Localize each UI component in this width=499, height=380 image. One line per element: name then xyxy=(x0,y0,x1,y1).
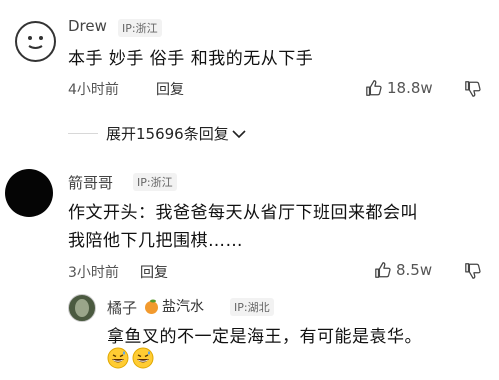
ip-location-badge: IP:浙江 xyxy=(133,173,177,191)
grinning-sweat-emoji-icon xyxy=(132,347,154,369)
smiley-face-icon xyxy=(28,36,43,49)
avatar-juzi[interactable] xyxy=(68,294,96,322)
comment-username[interactable]: Drew xyxy=(68,17,107,35)
avatar-jiangegege[interactable] xyxy=(5,169,53,217)
fan-badge-label: 盐汽水 xyxy=(162,299,204,315)
ip-location-badge: IP:湖北 xyxy=(230,298,274,316)
ip-location-badge: IP:浙江 xyxy=(118,19,162,37)
comment-text-line1: 作文开头：我爸爸每天从省厅下班回来都会叫 xyxy=(68,203,418,223)
thumbs-down-icon[interactable] xyxy=(464,80,482,98)
orange-fruit-icon xyxy=(145,299,158,314)
avatar-drew[interactable] xyxy=(15,21,56,62)
chevron-down-icon xyxy=(232,129,246,138)
expand-replies-button[interactable]: 展开15696条回复 xyxy=(106,123,246,144)
like-button[interactable]: 18.8w xyxy=(365,79,433,97)
expand-replies-label: 展开15696条回复 xyxy=(106,125,229,143)
reply-button[interactable]: 回复 xyxy=(156,79,184,99)
comment-timestamp: 4小时前 xyxy=(68,82,119,98)
comment-text-line2: 我陪他下几把围棋…… xyxy=(68,231,243,251)
like-button[interactable]: 8.5w xyxy=(374,261,432,279)
like-count: 18.8w xyxy=(387,79,433,97)
thumbs-up-icon xyxy=(366,80,382,96)
fan-badge: 盐汽水 xyxy=(143,296,204,316)
grinning-sweat-emoji-icon xyxy=(107,347,129,369)
comment-text: 本手 妙手 俗手 和我的无从下手 xyxy=(68,49,314,69)
comment-timestamp: 3小时前 xyxy=(68,265,119,281)
thumbs-up-icon xyxy=(375,262,391,278)
reply-username[interactable]: 橘子 xyxy=(107,297,137,318)
emoji-row xyxy=(107,347,154,369)
avatar-photo-detail xyxy=(75,299,89,317)
expand-divider xyxy=(68,133,98,134)
reply-text: 拿鱼叉的不一定是海王，有可能是袁华。 xyxy=(107,327,422,347)
like-count: 8.5w xyxy=(396,261,433,279)
comment-username[interactable]: 箭哥哥 xyxy=(68,172,113,193)
reply-button[interactable]: 回复 xyxy=(140,262,168,282)
thumbs-down-icon[interactable] xyxy=(464,262,482,280)
